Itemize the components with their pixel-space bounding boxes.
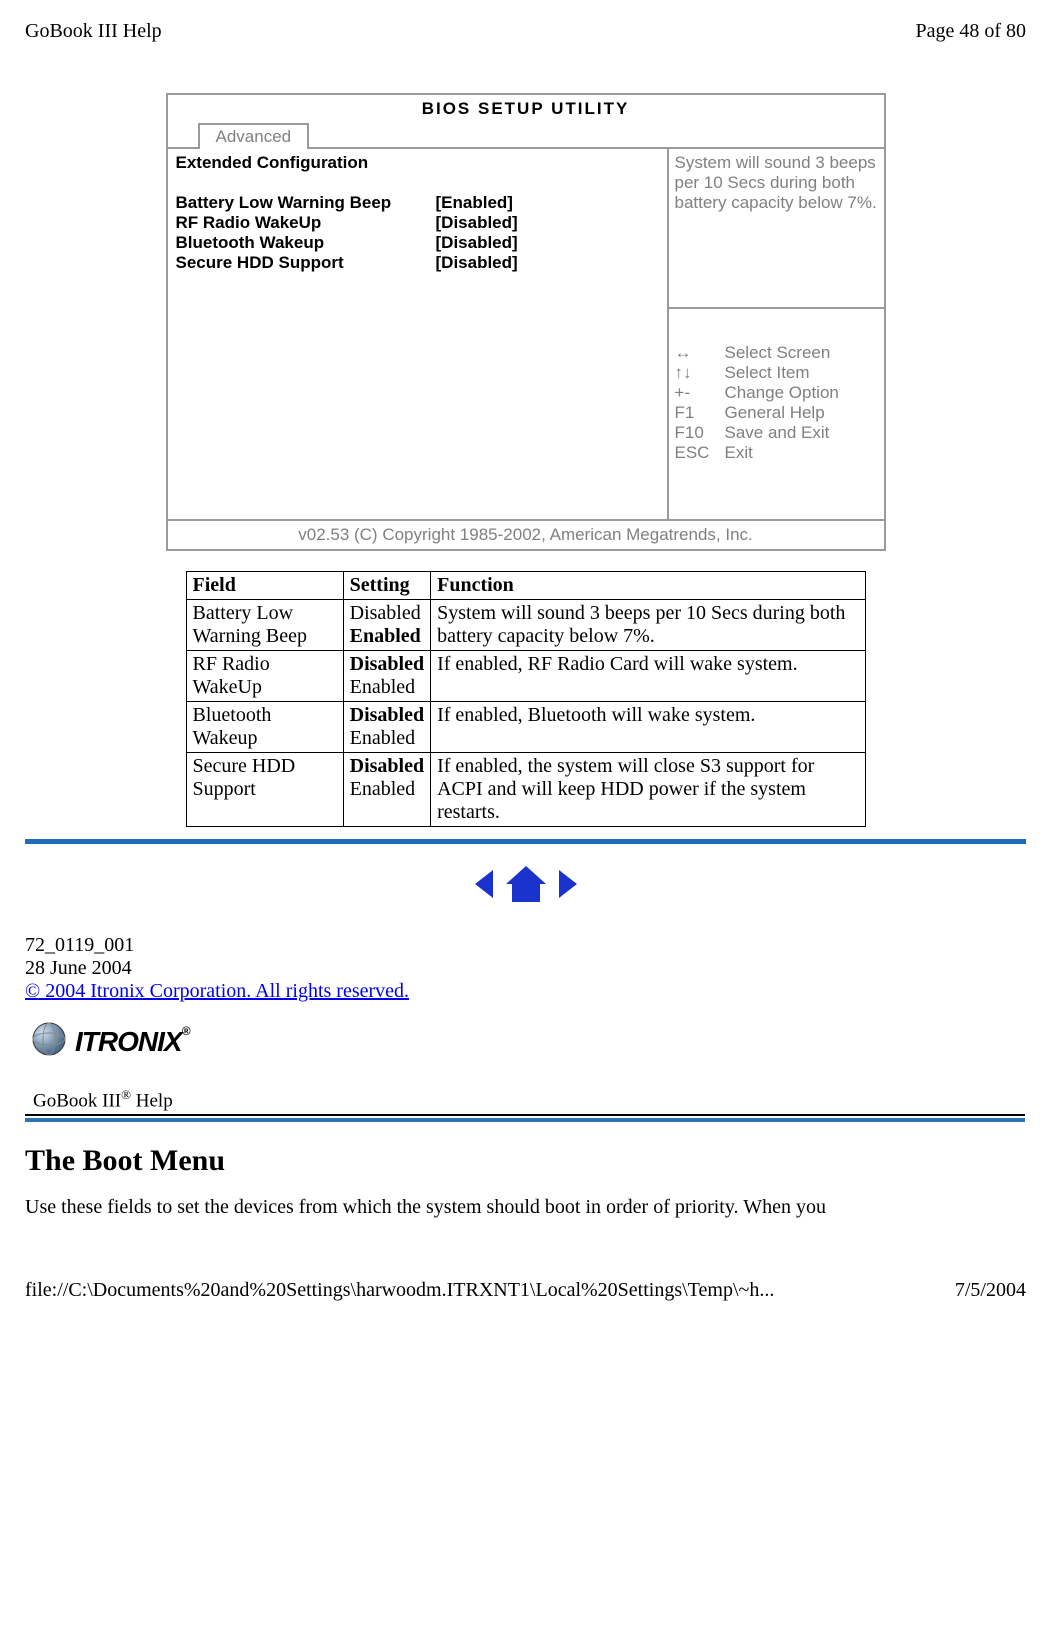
table-row: Battery Low Warning Beep DisabledEnabled…: [186, 600, 865, 651]
footer-path: file://C:\Documents%20and%20Settings\har…: [25, 1279, 774, 1302]
key-action: Save and Exit: [725, 423, 830, 443]
field-setting-function-table: Field Setting Function Battery Low Warni…: [186, 571, 866, 827]
bios-row-value: [Disabled]: [436, 233, 518, 253]
cell-field: Secure HDD Support: [186, 753, 343, 827]
col-function: Function: [431, 572, 865, 600]
col-field: Field: [186, 572, 343, 600]
cell-setting: DisabledEnabled: [343, 702, 430, 753]
brand-name: ITRONIX®: [75, 1026, 189, 1058]
cell-function: If enabled, RF Radio Card will wake syst…: [431, 651, 865, 702]
footer-date: 7/5/2004: [955, 1279, 1026, 1302]
cell-field: Bluetooth Wakeup: [186, 702, 343, 753]
cell-field: Battery Low Warning Beep: [186, 600, 343, 651]
key-action: Change Option: [725, 383, 839, 403]
bios-row: RF Radio WakeUp [Disabled]: [176, 213, 659, 233]
cell-field: RF Radio WakeUp: [186, 651, 343, 702]
key-action: Select Screen: [725, 343, 831, 363]
page-header: GoBook III Help Page 48 of 80: [25, 20, 1026, 43]
key-action: Exit: [725, 443, 753, 463]
key: ↔: [675, 343, 725, 363]
bios-row-value: [Disabled]: [436, 253, 518, 273]
bios-footer: v02.53 (C) Copyright 1985-2002, American…: [168, 519, 884, 549]
page-footer: file://C:\Documents%20and%20Settings\har…: [25, 1279, 1026, 1302]
cell-setting: DisabledEnabled: [343, 753, 430, 827]
bios-row-label: RF Radio WakeUp: [176, 213, 436, 233]
cell-function: System will sound 3 beeps per 10 Secs du…: [431, 600, 865, 651]
cell-setting: DisabledEnabled: [343, 651, 430, 702]
table-row: Secure HDD Support DisabledEnabled If en…: [186, 753, 865, 827]
divider: [25, 1118, 1025, 1122]
bios-row-label: Battery Low Warning Beep: [176, 193, 436, 213]
key: ↑↓: [675, 363, 725, 383]
bios-row: Bluetooth Wakeup [Disabled]: [176, 233, 659, 253]
table-row: Bluetooth Wakeup DisabledEnabled If enab…: [186, 702, 865, 753]
section-body: Use these fields to set the devices from…: [25, 1196, 1026, 1219]
nav-next-icon[interactable]: [553, 872, 581, 894]
nav-icons: [25, 864, 1026, 904]
copyright-link[interactable]: © 2004 Itronix Corporation. All rights r…: [25, 980, 409, 1002]
bios-key-legend: ↔Select Screen ↑↓Select Item +-Change Op…: [669, 309, 884, 519]
document-date: 28 June 2004: [25, 957, 1026, 980]
help-label: GoBook III® Help: [25, 1087, 173, 1112]
cell-function: If enabled, Bluetooth will wake system.: [431, 702, 865, 753]
header-right: Page 48 of 80: [915, 20, 1026, 43]
section-heading: The Boot Menu: [25, 1144, 1026, 1178]
divider: [25, 839, 1026, 844]
bios-row-label: Bluetooth Wakeup: [176, 233, 436, 253]
bios-title: BIOS SETUP UTILITY: [168, 95, 884, 123]
key: ESC: [675, 443, 725, 463]
col-setting: Setting: [343, 572, 430, 600]
document-id: 72_0119_001: [25, 934, 1026, 957]
bios-screenshot: BIOS SETUP UTILITY Advanced Extended Con…: [25, 93, 1026, 551]
bios-row: Secure HDD Support [Disabled]: [176, 253, 659, 273]
bios-row-label: Secure HDD Support: [176, 253, 436, 273]
nav-home-icon[interactable]: [504, 872, 553, 894]
brand-logo: ITRONIX®: [25, 1021, 1026, 1063]
bios-help-text: System will sound 3 beeps per 10 Secs du…: [669, 149, 884, 309]
key: +-: [675, 383, 725, 403]
header-left: GoBook III Help: [25, 20, 162, 43]
nav-prev-icon[interactable]: [471, 872, 504, 894]
bios-tab-advanced: Advanced: [198, 123, 310, 149]
key: F10: [675, 423, 725, 443]
bios-row: Battery Low Warning Beep [Enabled]: [176, 193, 659, 213]
cell-setting: DisabledEnabled: [343, 600, 430, 651]
key-action: Select Item: [725, 363, 810, 383]
bios-row-value: [Disabled]: [436, 213, 518, 233]
table-header-row: Field Setting Function: [186, 572, 865, 600]
table-row: RF Radio WakeUp DisabledEnabled If enabl…: [186, 651, 865, 702]
bios-row-value: [Enabled]: [436, 193, 513, 213]
globe-icon: [31, 1021, 75, 1063]
key-action: General Help: [725, 403, 825, 423]
key: F1: [675, 403, 725, 423]
cell-function: If enabled, the system will close S3 sup…: [431, 753, 865, 827]
bios-section-heading: Extended Configuration: [176, 153, 659, 173]
